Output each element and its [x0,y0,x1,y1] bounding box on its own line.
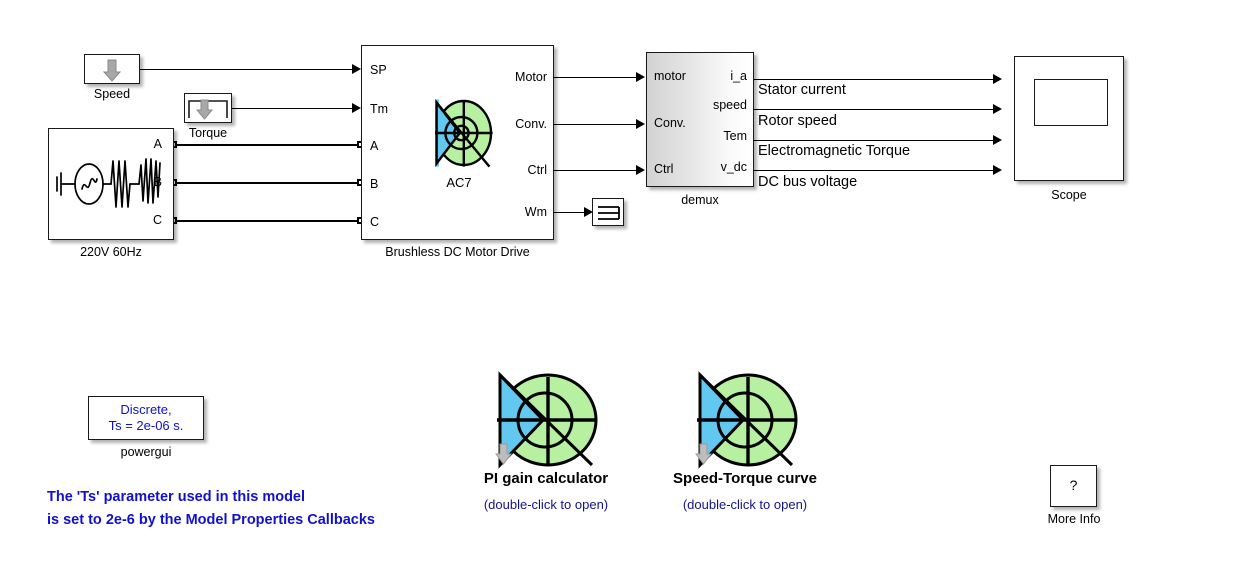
scope-block-label: Scope [1051,188,1087,202]
powergui-line-2: Ts = 2e-06 s. [108,418,184,433]
more-info-block-label: More Info [1047,512,1101,526]
drive-input-a: A [370,139,379,153]
signal-label-electromagnetic-torque: Electromagnetic Torque [758,143,911,159]
wire-source-c [176,220,361,222]
ts-annotation-line-1: The 'Ts' parameter used in this model [47,489,306,505]
wm-sink-block[interactable] [592,198,624,226]
wire-source-a [176,144,361,146]
wire-speed-to-scope [754,108,995,110]
arrow-scope-1 [993,74,1002,84]
wire-motor-to-demux [554,76,638,78]
wire-wm-to-sink [554,211,586,213]
pi-gain-calculator-hint: (double-click to open) [483,497,609,512]
motor-drive-icon [435,99,493,168]
torque-step-block[interactable] [184,93,232,123]
pi-gain-calculator-title: PI gain calculator [483,470,609,487]
wire-ia-to-scope [754,78,995,80]
speed-torque-curve-title: Speed-Torque curve [673,470,817,487]
step-input-icon [102,59,122,82]
signal-label-dc-bus-voltage: DC bus voltage [758,174,858,190]
pi-gain-calculator-block[interactable] [486,371,604,469]
more-info-block[interactable]: ? [1050,465,1097,507]
drive-input-sp: SP [370,63,387,77]
subsystem-pie-icon [495,371,598,469]
scope-icon [1034,79,1108,126]
arrow-scope-2 [993,104,1002,114]
wire-speed-to-sp [139,68,354,70]
step-input-icon [188,99,228,120]
demux-input-conv: Conv. [654,116,686,130]
drive-input-c: C [370,215,380,229]
bus-selector-icon [598,206,620,220]
arrow-scope-4 [993,165,1002,175]
wire-source-b [176,182,361,184]
drive-input-b: B [370,177,379,191]
scope-block[interactable] [1014,56,1124,181]
drive-input-tm: Tm [370,102,389,116]
demux-input-ctrl: Ctrl [654,162,674,176]
signal-label-rotor-speed: Rotor speed [758,113,837,129]
source-port-c: C [152,213,162,227]
signal-label-stator-current: Stator current [758,82,846,98]
arrow-demux-conv [636,119,645,129]
wire-ctrl-to-demux [554,169,638,171]
arrow-tm [352,103,361,113]
powergui-block[interactable]: Discrete, Ts = 2e-06 s. [88,396,204,440]
speed-step-block[interactable] [84,54,140,84]
arrow-scope-3 [993,135,1002,145]
wire-conv-to-demux [554,123,638,125]
wire-torque-to-tm [231,107,354,109]
demux-block-label: demux [681,193,719,207]
simulink-canvas: Speed Torque A B C 220V 60Hz SP Tm A B C… [0,0,1233,588]
powergui-line-1: Discrete, [120,402,172,417]
speed-torque-curve-block[interactable] [686,371,804,469]
arrow-sp [352,64,361,74]
arrow-demux-ctrl [636,165,645,175]
drive-output-motor: Motor [515,70,547,84]
wire-vdc-to-scope [754,169,995,171]
demux-block[interactable]: motor Conv. Ctrl i_a speed Tem v_dc [646,52,754,187]
question-mark-icon: ? [1069,477,1078,493]
demux-output-tem: Tem [723,129,747,143]
subsystem-pie-icon [695,371,798,469]
drive-icon-label: AC7 [446,175,472,190]
speed-block-label: Speed [93,87,131,101]
demux-output-vdc: v_dc [720,160,747,174]
demux-output-ia: i_a [730,69,747,83]
drive-output-wm: Wm [524,205,547,219]
ts-annotation-line-2: is set to 2e-6 by the Model Properties C… [47,512,375,528]
demux-output-speed: speed [712,98,747,112]
drive-block-label: Brushless DC Motor Drive [385,245,530,259]
source-port-a: A [153,137,162,151]
source-port-b: B [153,175,162,189]
speed-torque-curve-hint: (double-click to open) [682,497,808,512]
ac-source-block-label: 220V 60Hz [80,245,142,259]
powergui-block-label: powergui [120,445,172,459]
wire-tem-to-scope [754,139,995,141]
arrow-demux-motor [636,72,645,82]
brushless-dc-motor-drive-block[interactable]: SP Tm A B C Motor Conv. Ctrl Wm AC7 [361,45,554,240]
